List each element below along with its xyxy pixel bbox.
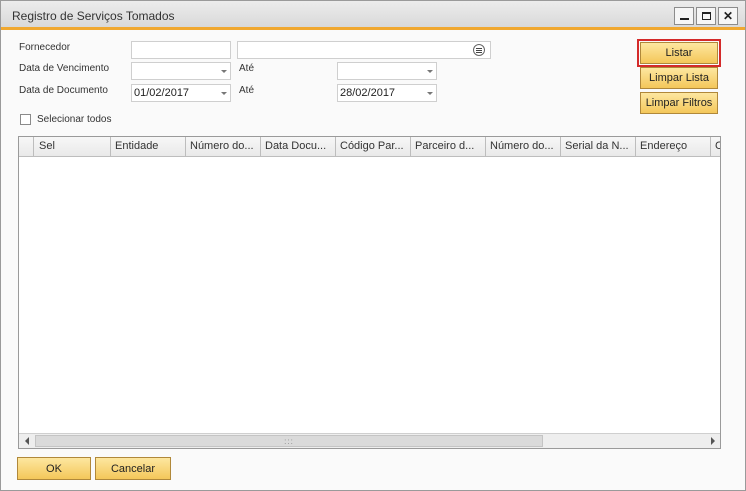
limpar-filtros-button[interactable]: Limpar Filtros bbox=[640, 92, 718, 114]
close-button[interactable]: ✕ bbox=[718, 7, 738, 25]
fornecedor-code-input[interactable] bbox=[131, 41, 231, 59]
documento-ate-label: Até bbox=[239, 85, 255, 96]
fornecedor-label: Fornecedor bbox=[19, 42, 71, 53]
column-header-serial-nota[interactable]: Serial da N... bbox=[561, 137, 636, 156]
documento-to-value: 28/02/2017 bbox=[340, 87, 396, 99]
column-header-numero-doc[interactable]: Número do... bbox=[186, 137, 261, 156]
horizontal-scrollbar[interactable]: ::: bbox=[19, 433, 720, 448]
column-header-data-documento[interactable]: Data Docu... bbox=[261, 137, 336, 156]
chevron-left-icon bbox=[24, 437, 29, 445]
cancelar-button[interactable]: Cancelar bbox=[95, 457, 171, 480]
vencimento-to-select[interactable] bbox=[337, 62, 437, 80]
documento-from-select[interactable]: 01/02/2017 bbox=[131, 84, 231, 102]
ok-button[interactable]: OK bbox=[17, 457, 91, 480]
row-header-corner bbox=[19, 137, 34, 156]
chevron-down-icon bbox=[221, 92, 227, 95]
chevron-down-icon bbox=[221, 70, 227, 73]
column-header-entidade[interactable]: Entidade bbox=[111, 137, 186, 156]
documento-from-value: 01/02/2017 bbox=[134, 87, 190, 99]
scroll-right-button[interactable] bbox=[705, 434, 720, 448]
title-bar[interactable]: Registro de Serviços Tomados ✕ bbox=[1, 1, 745, 30]
chevron-down-icon bbox=[427, 70, 433, 73]
minimize-icon bbox=[679, 18, 689, 20]
scroll-thumb[interactable]: ::: bbox=[35, 435, 543, 447]
select-all-checkbox[interactable] bbox=[20, 114, 31, 125]
results-grid[interactable]: Sel Entidade Número do... Data Docu... C… bbox=[18, 136, 721, 449]
limpar-lista-button[interactable]: Limpar Lista bbox=[640, 67, 718, 89]
scroll-left-button[interactable] bbox=[19, 434, 34, 448]
grip-icon: ::: bbox=[284, 436, 294, 446]
chevron-down-icon bbox=[427, 92, 433, 95]
registro-servicos-window: Registro de Serviços Tomados ✕ Fornecedo… bbox=[0, 0, 746, 491]
select-all-label: Selecionar todos bbox=[37, 114, 112, 125]
close-icon: ✕ bbox=[722, 9, 734, 23]
column-header-endereco[interactable]: Endereço bbox=[636, 137, 711, 156]
column-header-numero-nota[interactable]: Número do... bbox=[486, 137, 561, 156]
chevron-right-icon bbox=[710, 437, 715, 445]
vencimento-ate-label: Até bbox=[239, 63, 255, 74]
listar-button[interactable]: Listar bbox=[637, 39, 721, 67]
fornecedor-name-input[interactable] bbox=[237, 41, 491, 59]
column-header-codigo-parceiro[interactable]: Código Par... bbox=[336, 137, 411, 156]
minimize-button[interactable] bbox=[674, 7, 694, 25]
documento-label: Data de Documento bbox=[19, 85, 108, 96]
grid-header: Sel Entidade Número do... Data Docu... C… bbox=[19, 137, 720, 157]
column-header-sel[interactable]: Sel bbox=[35, 137, 111, 156]
maximize-button[interactable] bbox=[696, 7, 716, 25]
column-header-more[interactable]: C bbox=[711, 137, 720, 156]
maximize-icon bbox=[701, 12, 711, 20]
window-title: Registro de Serviços Tomados bbox=[12, 9, 175, 23]
vencimento-from-select[interactable] bbox=[131, 62, 231, 80]
vencimento-label: Data de Vencimento bbox=[19, 63, 110, 74]
documento-to-select[interactable]: 28/02/2017 bbox=[337, 84, 437, 102]
choose-from-list-icon[interactable] bbox=[473, 44, 485, 56]
column-header-parceiro[interactable]: Parceiro d... bbox=[411, 137, 486, 156]
